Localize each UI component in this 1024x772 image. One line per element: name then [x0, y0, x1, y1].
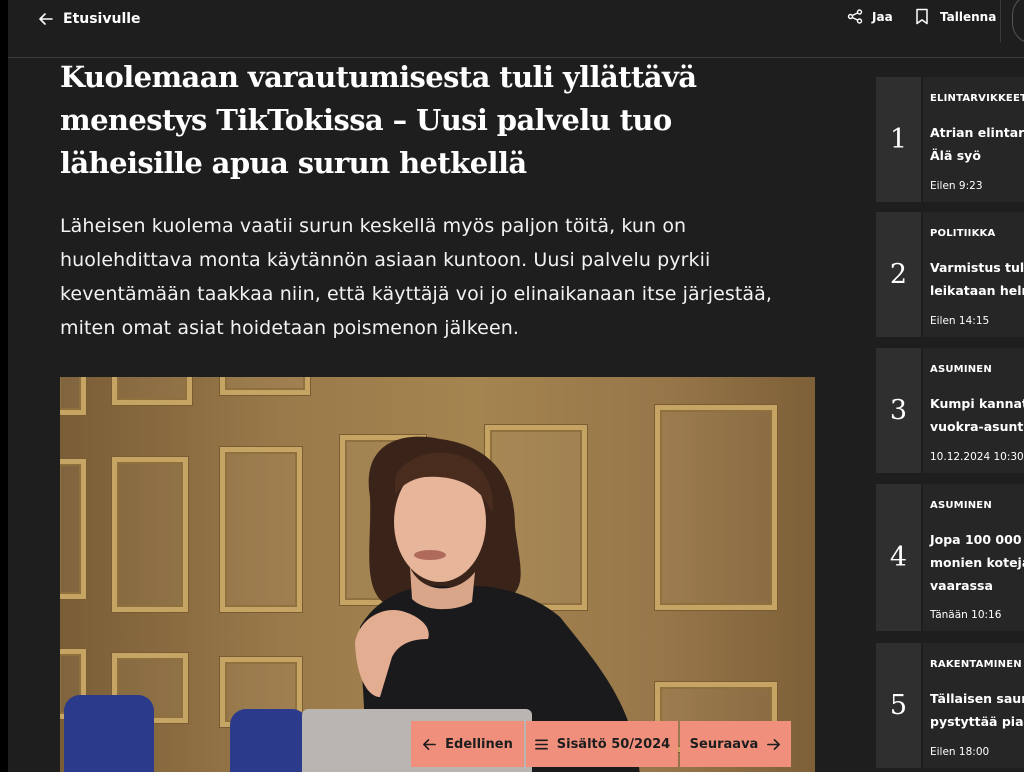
arrow-right-icon — [767, 738, 781, 750]
item-time: Eilen 14:15 — [930, 315, 990, 327]
item-title-line: Älä syö — [930, 148, 981, 163]
share-icon — [847, 9, 863, 24]
contents-button[interactable]: Sisältö 50/2024 — [526, 721, 678, 767]
next-label: Seuraava — [689, 736, 759, 752]
most-read-body: ASUMINEN Kumpi kannatt vuokra-asunto 10.… — [923, 348, 1024, 473]
item-category: ASUMINEN — [930, 500, 992, 511]
previous-label: Edellinen — [445, 736, 513, 752]
rank-number: 5 — [876, 643, 921, 768]
item-category: ASUMINEN — [930, 364, 992, 375]
item-time: Eilen 9:23 — [930, 180, 983, 192]
blue-chair — [64, 695, 154, 772]
menu-icon — [534, 738, 548, 750]
item-time: 10.12.2024 10:30 — [930, 451, 1024, 463]
next-button[interactable]: Seuraava — [680, 721, 791, 767]
header-divider — [1000, 0, 1001, 42]
article-navigation: Edellinen Sisältö 50/2024 Seuraava — [411, 721, 791, 767]
most-read-item[interactable]: 4 ASUMINEN Jopa 100 000 e monien koteja … — [876, 484, 1024, 631]
item-title-line: Atrian elintarv — [930, 125, 1024, 140]
save-label: Tallenna — [940, 9, 997, 24]
rank-number: 4 — [876, 484, 921, 631]
top-bar: Etusivulle Jaa Tallenna — [8, 0, 1024, 58]
contents-label: Sisältö 50/2024 — [556, 736, 671, 752]
back-label: Etusivulle — [63, 11, 141, 27]
most-read-item[interactable]: 2 POLITIIKKA Varmistus tuli: leikataan h… — [876, 212, 1024, 337]
item-title: Atrian elintarv Älä syö — [930, 121, 1024, 167]
item-time: Eilen 18:00 — [930, 746, 990, 758]
item-title-line: pystyttää pian — [930, 714, 1024, 729]
share-label: Jaa — [872, 9, 893, 24]
rank-number: 3 — [876, 348, 921, 473]
item-title: Tällaisen sauna pystyttää pian — [930, 687, 1024, 733]
rank-number: 1 — [876, 77, 921, 202]
arrow-left-icon — [423, 738, 437, 750]
item-title-line: vaarassa — [930, 578, 993, 593]
item-title-line: monien koteja — [930, 555, 1024, 570]
most-read-body: ASUMINEN Jopa 100 000 e monien koteja va… — [923, 484, 1024, 631]
item-title: Jopa 100 000 e monien koteja vaarassa — [930, 528, 1024, 597]
blue-chair — [230, 709, 308, 772]
article-photo — [60, 377, 815, 772]
item-title-line: Jopa 100 000 e — [930, 532, 1024, 547]
bookmark-icon — [916, 8, 928, 25]
previous-button[interactable]: Edellinen — [411, 721, 524, 767]
item-category: POLITIIKKA — [930, 228, 996, 239]
most-read-body: RAKENTAMINEN Tällaisen sauna pystyttää p… — [923, 643, 1024, 768]
article-lead: Läheisen kuolema vaatii surun keskellä m… — [60, 215, 773, 339]
item-category: ELINTARVIKKEET — [930, 93, 1024, 104]
item-title-line: Tällaisen sauna — [930, 691, 1024, 706]
most-read-item[interactable]: 5 RAKENTAMINEN Tällaisen sauna pystyttää… — [876, 643, 1024, 768]
item-title: Kumpi kannatt vuokra-asunto — [930, 392, 1024, 438]
save-button[interactable]: Tallenna — [914, 8, 996, 25]
profile-button[interactable] — [1012, 0, 1024, 44]
arrow-left-icon — [39, 13, 53, 25]
article-headline: Kuolemaan varautumisesta tuli yllättävä … — [60, 60, 697, 180]
item-category: RAKENTAMINEN — [930, 659, 1022, 670]
most-read-body: ELINTARVIKKEET Atrian elintarv Älä syö E… — [923, 77, 1024, 202]
item-title-line: Kumpi kannatt — [930, 396, 1024, 411]
most-read-item[interactable]: 3 ASUMINEN Kumpi kannatt vuokra-asunto 1… — [876, 348, 1024, 473]
item-time: Tänään 10:16 — [930, 609, 1002, 621]
item-title-line: Varmistus tuli: — [930, 260, 1024, 275]
item-title: Varmistus tuli: leikataan helm — [930, 256, 1024, 302]
article-page: Etusivulle Jaa Tallenna Kuolemaan varaut… — [8, 0, 1024, 772]
item-title-line: leikataan helm — [930, 283, 1024, 298]
most-read-item[interactable]: 1 ELINTARVIKKEET Atrian elintarv Älä syö… — [876, 77, 1024, 202]
share-button[interactable]: Jaa — [847, 8, 893, 25]
back-to-front-page-link[interactable]: Etusivulle — [38, 9, 141, 29]
item-title-line: vuokra-asunto — [930, 419, 1024, 434]
most-read-body: POLITIIKKA Varmistus tuli: leikataan hel… — [923, 212, 1024, 337]
rank-number: 2 — [876, 212, 921, 337]
